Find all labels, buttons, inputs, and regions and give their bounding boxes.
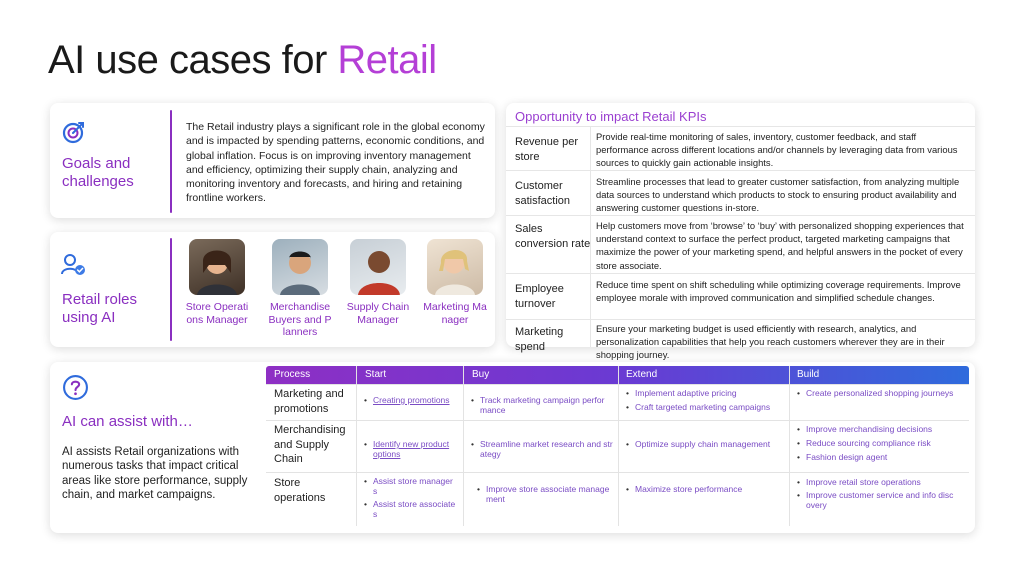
- extend-item: Optimize supply chain management: [626, 439, 786, 450]
- kpi-title: Opportunity to impact Retail KPIs: [515, 109, 707, 124]
- start-item[interactable]: Creating promotions: [364, 395, 456, 406]
- process-table: Process Start Buy Extend Build Marketing…: [266, 366, 969, 526]
- person-check-icon: [61, 254, 85, 275]
- role-merchandise-buyers: Merchandise Buyers and Planners: [268, 239, 332, 339]
- roles-card: Retail roles using AI Store Operations M…: [50, 232, 495, 347]
- kpi-name: Revenue per store: [515, 136, 578, 163]
- kpi-row: Sales conversion rate Help customers mov…: [506, 215, 975, 273]
- role-marketing-manager: Marketing Manager: [423, 239, 487, 326]
- question-icon: [63, 375, 88, 400]
- kpi-name: Employee turnover: [515, 283, 564, 310]
- buy-item: Streamline market research and strategy: [471, 439, 613, 459]
- process-name: Store operations: [274, 477, 326, 504]
- header-extend: Extend: [626, 369, 658, 380]
- buy-item: Track marketing campaign performance: [471, 395, 611, 415]
- person-photo-icon: [350, 239, 406, 295]
- extend-item: Maximize store performance: [626, 484, 786, 495]
- person-photo-icon: [427, 239, 483, 295]
- table-row: Store operations Assist store managers A…: [266, 472, 969, 526]
- roles-heading: Retail roles using AI: [62, 291, 138, 326]
- build-item: Reduce sourcing compliance risk: [797, 438, 962, 449]
- kpi-name: Customer satisfaction: [515, 180, 571, 207]
- build-item: Create personalized shopping journeys: [797, 388, 962, 399]
- start-item: Assist store managers: [364, 476, 456, 496]
- extend-item: Implement adaptive pricing: [626, 388, 786, 399]
- kpi-row: Employee turnover Reduce time spent on s…: [506, 273, 975, 319]
- kpi-card: Opportunity to impact Retail KPIs Revenu…: [506, 103, 975, 360]
- header-build: Build: [797, 369, 820, 380]
- kpi-description: Reduce time spent on shift scheduling wh…: [596, 279, 961, 304]
- role-label: Store Operations Manager: [185, 301, 249, 326]
- kpi-row: Revenue per store Provide real-time moni…: [506, 126, 975, 170]
- build-item: Improve retail store operations: [797, 477, 962, 488]
- header-process: Process: [274, 369, 311, 380]
- extend-item: Craft targeted marketing campaigns: [626, 402, 786, 413]
- role-label: Merchandise Buyers and Planners: [268, 301, 332, 339]
- title-accent: Retail: [337, 38, 437, 82]
- person-photo-icon: [272, 239, 328, 295]
- kpi-description: Streamline processes that lead to greate…: [596, 176, 960, 214]
- divider: [170, 110, 172, 213]
- target-icon: [62, 122, 84, 144]
- table-row: Merchandising and Supply Chain Identify …: [266, 420, 969, 472]
- buy-item: Improve store associate management: [477, 484, 613, 504]
- role-label: Supply Chain Manager: [346, 301, 410, 326]
- goals-description: The Retail industry plays a significant …: [186, 121, 485, 205]
- kpi-row: Marketing spend Ensure your marketing bu…: [506, 319, 975, 360]
- person-photo-icon: [189, 239, 245, 295]
- process-name: Merchandising and Supply Chain: [274, 424, 346, 465]
- start-item[interactable]: Identify new product options: [364, 439, 456, 459]
- role-label: Marketing Manager: [423, 301, 487, 326]
- page-title: AI use cases for Retail: [48, 38, 437, 83]
- header-start: Start: [365, 369, 387, 380]
- kpi-name: Sales conversion rate: [515, 223, 591, 250]
- goals-heading: Goals and challenges: [62, 155, 134, 190]
- kpi-row: Customer satisfaction Streamline process…: [506, 170, 975, 215]
- role-supply-chain-manager: Supply Chain Manager: [346, 239, 410, 326]
- kpi-description: Ensure your marketing budget is used eff…: [596, 323, 945, 361]
- build-item: Improve merchandising decisions: [797, 424, 962, 435]
- build-item: Fashion design agent: [797, 452, 962, 463]
- header-buy: Buy: [472, 369, 490, 380]
- process-name: Marketing and promotions: [274, 388, 344, 415]
- divider: [170, 238, 172, 341]
- title-prefix: AI use cases for: [48, 38, 338, 82]
- build-item: Improve customer service and info discov…: [797, 490, 957, 510]
- kpi-name: Marketing spend: [515, 326, 564, 353]
- goals-card: Goals and challenges The Retail industry…: [50, 103, 495, 218]
- kpi-description: Provide real-time monitoring of sales, i…: [596, 131, 958, 169]
- kpi-description: Help customers move from ‘browse’ to ‘bu…: [596, 220, 964, 271]
- start-item: Assist store associates: [364, 499, 456, 519]
- role-store-operations-manager: Store Operations Manager: [185, 239, 249, 326]
- table-row: Marketing and promotions Creating promot…: [266, 384, 969, 420]
- assist-description: AI assists Retail organizations with num…: [62, 446, 248, 501]
- assist-heading: AI can assist with…: [62, 413, 193, 430]
